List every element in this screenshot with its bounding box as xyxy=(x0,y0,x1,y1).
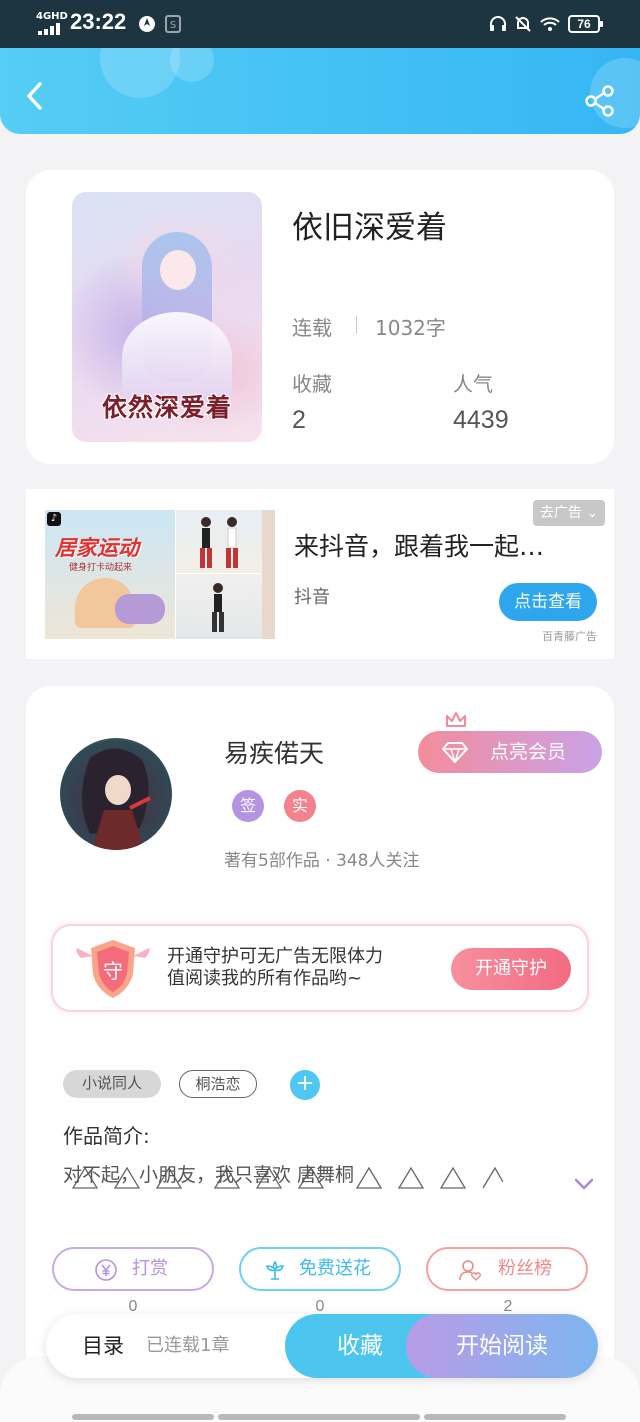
author-avatar[interactable] xyxy=(60,738,172,850)
flower-icon xyxy=(265,1260,285,1280)
tag-item[interactable]: 小说同人 xyxy=(63,1070,161,1098)
share-icon[interactable] xyxy=(583,84,617,118)
header-bar xyxy=(0,48,640,134)
nav-indicator xyxy=(424,1414,566,1420)
intro-heading: 作品简介: xyxy=(63,1124,150,1148)
mute-bell-icon xyxy=(515,16,531,32)
nav-indicator xyxy=(218,1414,420,1420)
fan-ranking-label: 粉丝榜 xyxy=(498,1258,552,1279)
popularity-value: 4439 xyxy=(453,406,509,434)
add-tag-button[interactable]: + xyxy=(290,1070,320,1100)
word-count: 1032字 xyxy=(375,316,446,340)
book-info-card: 依然深爱着 依旧深爱着 连载 1032字 收藏 2 人气 4439 xyxy=(26,170,614,464)
divider xyxy=(356,316,357,334)
author-card: 易疾偌天 签 实 著有5部作品 · 348人关注 点亮会员 守 开通守护可无广告… xyxy=(26,686,614,1422)
ad-image xyxy=(176,574,262,639)
toc-button[interactable]: 目录 xyxy=(82,1314,124,1378)
vip-button[interactable]: 点亮会员 xyxy=(418,731,602,773)
open-guard-button[interactable]: 开通守护 xyxy=(451,948,571,990)
clock: 23:22 xyxy=(70,9,127,34)
battery-indicator: 76 xyxy=(568,15,603,33)
network-type: 4GHD xyxy=(36,11,68,22)
book-title: 依旧深爱着 xyxy=(292,210,447,246)
headphones-icon xyxy=(490,16,506,31)
dancer-illustration xyxy=(212,583,224,632)
ad-cta-button[interactable]: 点击查看 xyxy=(499,583,597,621)
ad-image: 居家运动 健身打卡动起来 xyxy=(45,510,175,639)
ad-image-subtitle: 健身打卡动起来 xyxy=(69,563,133,573)
ad-figure xyxy=(115,594,165,624)
fan-icon xyxy=(459,1260,481,1281)
send-flower-label: 免费送花 xyxy=(299,1258,371,1279)
vip-button-label: 点亮会员 xyxy=(490,741,567,763)
guard-line-2: 值阅读我的所有作品哟~ xyxy=(167,968,363,989)
start-reading-button[interactable]: 开始阅读 xyxy=(406,1314,598,1378)
tag-item[interactable]: 桐浩恋 xyxy=(179,1070,257,1098)
ad-image-title: 居家运动 xyxy=(55,536,139,560)
back-button[interactable] xyxy=(20,78,50,114)
book-cover[interactable]: 依然深爱着 xyxy=(72,192,262,442)
guard-banner: 守 开通守护可无广告无限体力 值阅读我的所有作品哟~ 开通守护 xyxy=(51,924,589,1012)
tiktok-icon: ♪ xyxy=(47,512,61,526)
favorites-label: 收藏 xyxy=(292,372,332,396)
decor-bubble xyxy=(170,48,214,82)
cover-art xyxy=(160,250,196,290)
reward-button[interactable]: 打赏 xyxy=(52,1247,214,1291)
chevron-down-icon: ⌄ xyxy=(586,505,599,521)
bottom-action-bar: 目录 已连载1章 收藏 开始阅读 xyxy=(46,1314,598,1378)
verified-badge: 实 xyxy=(284,790,316,822)
popularity-label: 人气 xyxy=(453,372,493,396)
guard-line-1: 开通守护可无广告无限体力 xyxy=(167,946,383,967)
intro-text: 对不起，小朋友，我只喜欢 唐舞桐 xyxy=(63,1164,355,1186)
dancers-illustration xyxy=(200,517,238,568)
guard-description: 开通守护可无广告无限体力 值阅读我的所有作品哟~ xyxy=(167,946,383,990)
yen-icon xyxy=(95,1259,117,1281)
ad-title: 来抖音，跟着我一起… xyxy=(294,532,545,561)
ad-source: 抖音 xyxy=(294,587,330,608)
author-meta: 著有5部作品 · 348人关注 xyxy=(224,851,420,871)
location-icon xyxy=(139,16,155,32)
nav-indicator xyxy=(72,1414,214,1420)
diamond-icon xyxy=(442,742,468,763)
author-name: 易疾偌天 xyxy=(224,739,325,768)
svg-text:S: S xyxy=(170,20,176,31)
ad-banner[interactable]: 居家运动 健身打卡动起来 ♪ 来抖音，跟着我一起… 抖音 去广告 ⌄ 点击查看 … xyxy=(26,489,614,659)
status-bar: 4GHD 23:22 S 76 xyxy=(0,0,640,48)
wifi-icon xyxy=(540,17,560,31)
sim-icon: S xyxy=(165,15,181,33)
guard-shield-icon: 守 xyxy=(76,940,150,998)
favorites-value: 2 xyxy=(292,406,306,434)
crown-icon xyxy=(446,712,466,727)
cover-title: 依然深爱着 xyxy=(101,393,232,422)
send-flower-button[interactable]: 免费送花 xyxy=(239,1247,401,1291)
guard-shield-label: 守 xyxy=(103,959,123,983)
avatar-illustration xyxy=(82,748,151,850)
book-status: 连载 xyxy=(292,316,332,340)
ad-image xyxy=(176,510,262,573)
expand-chevron-icon[interactable] xyxy=(572,1174,596,1194)
ad-brand-label: 百青藤广告 xyxy=(542,630,597,643)
reward-label: 打赏 xyxy=(132,1258,168,1279)
chapter-count: 已连载1章 xyxy=(146,1335,230,1356)
ad-image xyxy=(262,510,275,639)
signal-icon xyxy=(38,23,64,35)
signed-badge: 签 xyxy=(232,790,264,822)
fan-ranking-button[interactable]: 粉丝榜 xyxy=(426,1247,588,1291)
remove-ad-label: 去广告 xyxy=(539,505,582,521)
remove-ad-button[interactable]: 去广告 ⌄ xyxy=(533,500,605,526)
decor-bubble xyxy=(100,48,180,98)
